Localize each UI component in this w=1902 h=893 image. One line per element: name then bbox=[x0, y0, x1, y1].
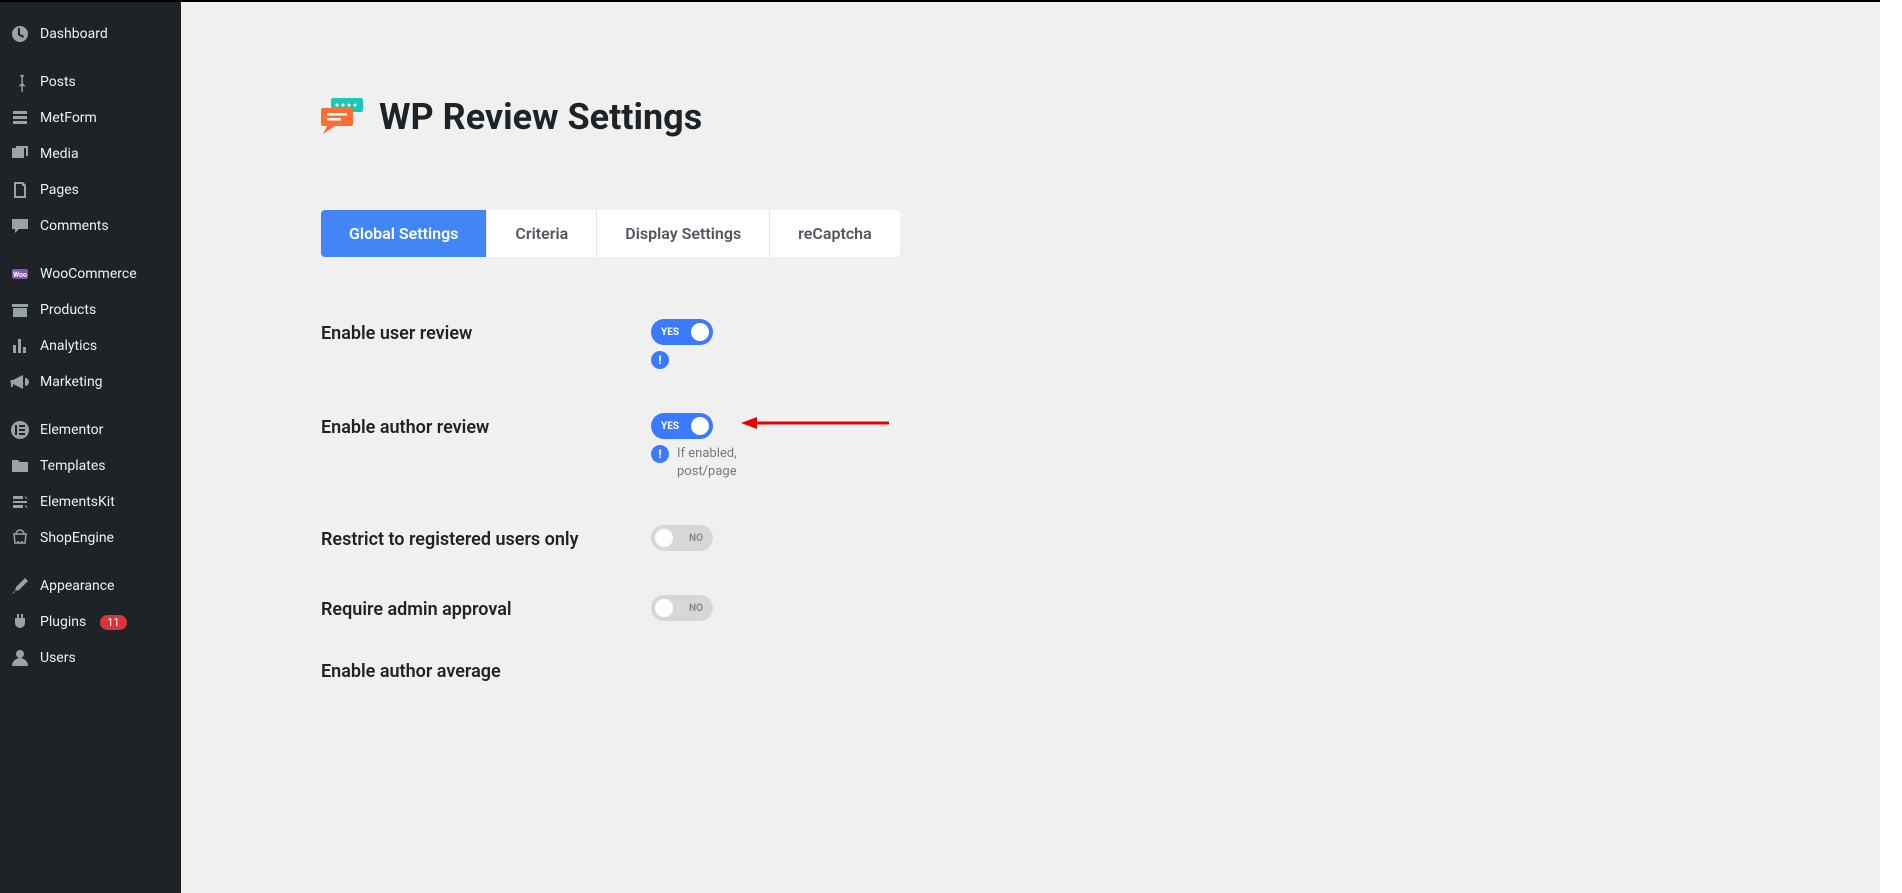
sidebar-item-pages[interactable]: Pages bbox=[0, 172, 181, 208]
toggle-text: YES bbox=[661, 327, 679, 338]
sidebar-item-marketing[interactable]: Marketing bbox=[0, 364, 181, 400]
toggle-knob bbox=[655, 599, 673, 617]
form-icon bbox=[10, 108, 30, 128]
brush-icon bbox=[10, 576, 30, 596]
toggle-knob bbox=[691, 323, 709, 341]
toggle-enable-author-review[interactable]: YES bbox=[651, 413, 713, 439]
wp-review-logo-icon bbox=[321, 98, 365, 136]
setting-enable-author-average-label: Enable author average bbox=[321, 643, 1902, 682]
setting-label: Restrict to registered users only bbox=[321, 525, 651, 550]
plugins-badge: 11 bbox=[100, 615, 126, 630]
toggle-knob bbox=[691, 417, 709, 435]
user-icon bbox=[10, 648, 30, 668]
sidebar-label: Comments bbox=[40, 218, 109, 234]
hint-text: If enabled, post/page bbox=[677, 445, 767, 481]
sidebar-item-posts[interactable]: Posts bbox=[0, 64, 181, 100]
settings-tabs: Global Settings Criteria Display Setting… bbox=[321, 210, 1902, 257]
dashboard-icon bbox=[10, 24, 30, 44]
toggle-enable-user-review[interactable]: YES bbox=[651, 319, 713, 345]
setting-enable-user-review: Enable user review YES ! bbox=[321, 297, 1902, 391]
sidebar-item-elementor[interactable]: Elementor bbox=[0, 412, 181, 448]
sidebar-item-appearance[interactable]: Appearance bbox=[0, 568, 181, 604]
tab-global-settings[interactable]: Global Settings bbox=[321, 210, 487, 257]
info-icon: ! bbox=[651, 351, 669, 369]
sidebar-item-products[interactable]: Products bbox=[0, 292, 181, 328]
sidebar-item-comments[interactable]: Comments bbox=[0, 208, 181, 244]
sidebar-label: Appearance bbox=[40, 578, 114, 594]
sidebar-label: Posts bbox=[40, 74, 76, 90]
sidebar-label: Plugins bbox=[40, 614, 86, 630]
sidebar-label: MetForm bbox=[40, 110, 97, 126]
sidebar-label: Users bbox=[40, 650, 76, 666]
elementor-icon bbox=[10, 420, 30, 440]
media-icon bbox=[10, 144, 30, 164]
woocommerce-icon: Woo bbox=[10, 264, 30, 284]
toggle-knob bbox=[655, 529, 673, 547]
setting-require-admin-approval: Require admin approval NO bbox=[321, 573, 1902, 643]
info-icon: ! bbox=[651, 445, 669, 463]
sidebar-item-metform[interactable]: MetForm bbox=[0, 100, 181, 136]
setting-label: Enable user review bbox=[321, 319, 651, 344]
sidebar-label: ElementsKit bbox=[40, 494, 115, 510]
sidebar-label: Marketing bbox=[40, 374, 103, 390]
toggle-text: NO bbox=[689, 603, 703, 614]
sidebar-item-elementskit[interactable]: ElementsKit bbox=[0, 484, 181, 520]
setting-restrict-registered: Restrict to registered users only NO bbox=[321, 503, 1902, 573]
setting-label: Enable author review bbox=[321, 413, 651, 438]
sidebar-item-users[interactable]: Users bbox=[0, 640, 181, 676]
megaphone-icon bbox=[10, 372, 30, 392]
tab-recaptcha[interactable]: reCaptcha bbox=[770, 210, 900, 257]
elementskit-icon bbox=[10, 492, 30, 512]
sidebar-label: Media bbox=[40, 146, 79, 162]
svg-text:Woo: Woo bbox=[13, 271, 27, 279]
sidebar-label: Elementor bbox=[40, 422, 103, 438]
page-title: WP Review Settings bbox=[379, 96, 702, 138]
admin-sidebar: Dashboard Posts MetForm Media Pages bbox=[0, 2, 181, 893]
tab-criteria[interactable]: Criteria bbox=[487, 210, 597, 257]
sidebar-item-analytics[interactable]: Analytics bbox=[0, 328, 181, 364]
tab-display-settings[interactable]: Display Settings bbox=[597, 210, 770, 257]
comments-icon bbox=[10, 216, 30, 236]
setting-label: Require admin approval bbox=[321, 595, 651, 620]
main-content: WP Review Settings Global Settings Crite… bbox=[181, 2, 1902, 893]
pin-icon bbox=[10, 72, 30, 92]
shopengine-icon bbox=[10, 528, 30, 548]
sidebar-item-dashboard[interactable]: Dashboard bbox=[0, 16, 181, 52]
plugin-icon bbox=[10, 612, 30, 632]
sidebar-label: WooCommerce bbox=[40, 266, 137, 282]
setting-enable-author-review: Enable author review YES ! If enabled, p… bbox=[321, 391, 1902, 503]
sidebar-label: Products bbox=[40, 302, 96, 318]
sidebar-item-templates[interactable]: Templates bbox=[0, 448, 181, 484]
sidebar-label: Dashboard bbox=[40, 26, 108, 42]
annotation-arrow bbox=[741, 413, 891, 437]
sidebar-label: ShopEngine bbox=[40, 530, 114, 546]
sidebar-item-plugins[interactable]: Plugins 11 bbox=[0, 604, 181, 640]
analytics-icon bbox=[10, 336, 30, 356]
sidebar-label: Analytics bbox=[40, 338, 97, 354]
sidebar-label: Templates bbox=[40, 458, 106, 474]
sidebar-item-shopengine[interactable]: ShopEngine bbox=[0, 520, 181, 556]
toggle-restrict-registered[interactable]: NO bbox=[651, 525, 713, 551]
sidebar-item-woocommerce[interactable]: Woo WooCommerce bbox=[0, 256, 181, 292]
toggle-text: NO bbox=[689, 533, 703, 544]
sidebar-item-media[interactable]: Media bbox=[0, 136, 181, 172]
sidebar-label: Pages bbox=[40, 182, 79, 198]
toggle-text: YES bbox=[661, 421, 679, 432]
right-edge bbox=[1880, 0, 1902, 893]
products-icon bbox=[10, 300, 30, 320]
pages-icon bbox=[10, 180, 30, 200]
folder-icon bbox=[10, 456, 30, 476]
toggle-require-admin-approval[interactable]: NO bbox=[651, 595, 713, 621]
